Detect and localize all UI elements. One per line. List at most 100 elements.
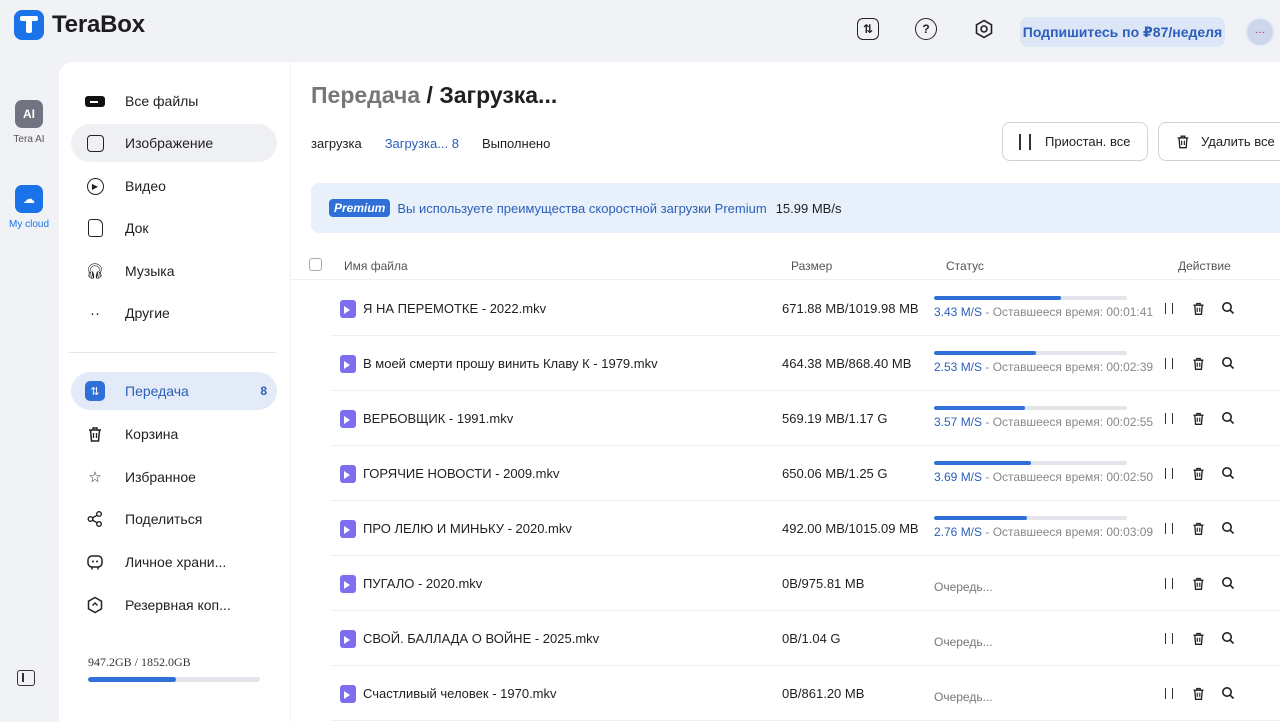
logo[interactable]: TeraBox xyxy=(14,10,145,40)
search-icon[interactable] xyxy=(1220,410,1236,426)
video-file-icon xyxy=(340,685,356,703)
file-size: 464.38 MB/868.40 MB xyxy=(782,356,912,371)
breadcrumb-parent[interactable]: Передача xyxy=(311,82,420,108)
trash-icon[interactable] xyxy=(1190,520,1206,536)
sidebar-item-images[interactable]: Изображение xyxy=(71,124,277,162)
trash-icon[interactable] xyxy=(1190,685,1206,701)
video-file-icon xyxy=(340,520,356,538)
table-row[interactable]: ПРО ЛЕЛЮ И МИНЬКУ - 2020.mkv 492.00 MB/10… xyxy=(291,501,1280,556)
search-icon[interactable] xyxy=(1220,575,1236,591)
premium-badge: Premium xyxy=(329,199,391,217)
breadcrumb: Передача / Загрузка... xyxy=(311,82,557,109)
sidebar-item-label: Док xyxy=(125,220,149,236)
video-icon: ▶ xyxy=(85,176,105,196)
column-header-status: Статус xyxy=(946,259,984,273)
help-icon[interactable]: ? xyxy=(915,18,937,40)
rail-item-my-cloud[interactable]: ☁ My cloud xyxy=(0,185,58,230)
file-name[interactable]: ГОРЯЧИЕ НОВОСТИ - 2009.mkv xyxy=(363,466,560,481)
sidebar-item-all-files[interactable]: Все файлы xyxy=(71,82,277,120)
queue-status: Очередь... xyxy=(934,580,993,594)
search-icon[interactable] xyxy=(1220,520,1236,536)
search-icon[interactable] xyxy=(1220,465,1236,481)
cloud-icon: ☁ xyxy=(15,185,43,213)
table-row[interactable]: СВОЙ. БАЛЛАДА О ВОЙНЕ - 2025.mkv 0B/1.04 … xyxy=(291,611,1280,666)
trash-icon[interactable] xyxy=(1190,300,1206,316)
transfer-icon: ⇅ xyxy=(85,381,105,401)
rail-item-tera-ai[interactable]: AI Tera AI xyxy=(0,100,58,145)
file-name[interactable]: В моей смерти прошу винить Клаву К - 197… xyxy=(363,356,658,371)
file-name[interactable]: ПРО ЛЕЛЮ И МИНЬКУ - 2020.mkv xyxy=(363,521,572,536)
sidebar-item-private-vault[interactable]: Личное храни... xyxy=(71,543,277,581)
sidebar-item-music[interactable]: 🎧︎ Музыка xyxy=(71,252,277,290)
main-panel: Передача / Загрузка... загрузка Загрузка… xyxy=(290,62,1280,722)
file-size: 492.00 MB/1015.09 MB xyxy=(782,521,919,536)
trash-icon[interactable] xyxy=(1190,465,1206,481)
sidebar-item-label: Резервная коп... xyxy=(125,597,231,613)
pause-icon[interactable] xyxy=(1161,520,1177,536)
tab-completed[interactable]: Выполнено xyxy=(482,136,550,151)
trash-icon[interactable] xyxy=(1190,410,1206,426)
sidebar-item-trash[interactable]: Корзина xyxy=(71,415,277,453)
star-icon: ☆ xyxy=(88,469,102,486)
headphones-icon: 🎧︎ xyxy=(85,263,105,280)
pause-all-button[interactable]: Приостан. все xyxy=(1002,122,1148,161)
column-header-name[interactable]: Имя файла xyxy=(344,259,408,273)
search-icon[interactable] xyxy=(1220,355,1236,371)
delete-all-button[interactable]: Удалить все xyxy=(1158,122,1280,161)
sidebar-item-share[interactable]: Поделиться xyxy=(71,500,277,538)
avatar[interactable]: ··· xyxy=(1245,17,1275,47)
file-name[interactable]: ВЕРБОВЩИК - 1991.mkv xyxy=(363,411,513,426)
terabox-logo-icon xyxy=(14,10,44,40)
table-header: Имя файла Размер Статус Действие xyxy=(291,250,1280,280)
table-row[interactable]: ВЕРБОВЩИК - 1991.mkv 569.19 MB/1.17 G 3.57… xyxy=(291,391,1280,446)
pause-icon[interactable] xyxy=(1161,630,1177,646)
file-name[interactable]: СВОЙ. БАЛЛАДА О ВОЙНЕ - 2025.mkv xyxy=(363,631,599,646)
pause-icon[interactable] xyxy=(1161,575,1177,591)
pause-icon[interactable] xyxy=(1161,410,1177,426)
pause-icon[interactable] xyxy=(1161,685,1177,701)
row-divider xyxy=(331,720,1280,721)
download-status: 2.76 M/S - Оставшееся время: 00:03:09 xyxy=(934,525,1153,539)
sidebar-item-docs[interactable]: Док xyxy=(71,209,277,247)
video-file-icon xyxy=(340,575,356,593)
file-name[interactable]: ПУГАЛО - 2020.mkv xyxy=(363,576,482,591)
share-icon xyxy=(85,509,105,529)
sidebar-item-other[interactable]: ·· Другие xyxy=(71,294,277,332)
download-progress-fill xyxy=(934,406,1025,410)
sidebar-item-transfer[interactable]: ⇅ Передача 8 xyxy=(71,372,277,410)
pause-icon[interactable] xyxy=(1161,465,1177,481)
search-icon[interactable] xyxy=(1220,300,1236,316)
search-icon[interactable] xyxy=(1220,630,1236,646)
settings-icon[interactable] xyxy=(973,18,995,40)
download-progress-fill xyxy=(934,516,1027,520)
sidebar-item-video[interactable]: ▶ Видео xyxy=(71,167,277,205)
search-icon[interactable] xyxy=(1220,685,1236,701)
pause-icon[interactable] xyxy=(1161,355,1177,371)
column-header-size[interactable]: Размер xyxy=(791,259,832,273)
pause-icon[interactable] xyxy=(1161,300,1177,316)
tera-ai-icon: AI xyxy=(15,100,43,128)
trash-icon[interactable] xyxy=(1190,355,1206,371)
pause-all-label: Приостан. все xyxy=(1045,134,1131,149)
sidebar-item-favorites[interactable]: ☆ Избранное xyxy=(71,458,277,496)
table-row[interactable]: Счастливый человек - 1970.mkv 0B/861.20 M… xyxy=(291,666,1280,721)
sidebar-toggle-icon[interactable] xyxy=(17,670,35,686)
select-all-checkbox[interactable] xyxy=(309,258,322,271)
table-row[interactable]: ГОРЯЧИЕ НОВОСТИ - 2009.mkv 650.06 MB/1.25… xyxy=(291,446,1280,501)
transfer-icon[interactable]: ⇅ xyxy=(857,18,879,40)
top-bar: TeraBox ⇅ ? Подпишитесь по ₽87/неделя ··… xyxy=(0,0,1280,62)
file-size: 0B/1.04 G xyxy=(782,631,841,646)
table-row[interactable]: В моей смерти прошу винить Клаву К - 197… xyxy=(291,336,1280,391)
trash-icon[interactable] xyxy=(1190,630,1206,646)
tab-upload[interactable]: загрузка xyxy=(311,136,362,151)
subscribe-button[interactable]: Подпишитесь по ₽87/неделя xyxy=(1020,17,1225,47)
sidebar-item-backup[interactable]: Резервная коп... xyxy=(71,586,277,624)
image-icon xyxy=(85,133,105,153)
file-name[interactable]: Счастливый человек - 1970.mkv xyxy=(363,686,557,701)
tab-downloading[interactable]: Загрузка... 8 xyxy=(385,136,459,151)
trash-icon[interactable] xyxy=(1190,575,1206,591)
pause-icon xyxy=(1019,133,1031,150)
file-name[interactable]: Я НА ПЕРЕМОТКЕ - 2022.mkv xyxy=(363,301,546,316)
table-row[interactable]: ПУГАЛО - 2020.mkv 0B/975.81 MB Очередь... xyxy=(291,556,1280,611)
table-row[interactable]: Я НА ПЕРЕМОТКЕ - 2022.mkv 671.88 MB/1019.… xyxy=(291,281,1280,336)
